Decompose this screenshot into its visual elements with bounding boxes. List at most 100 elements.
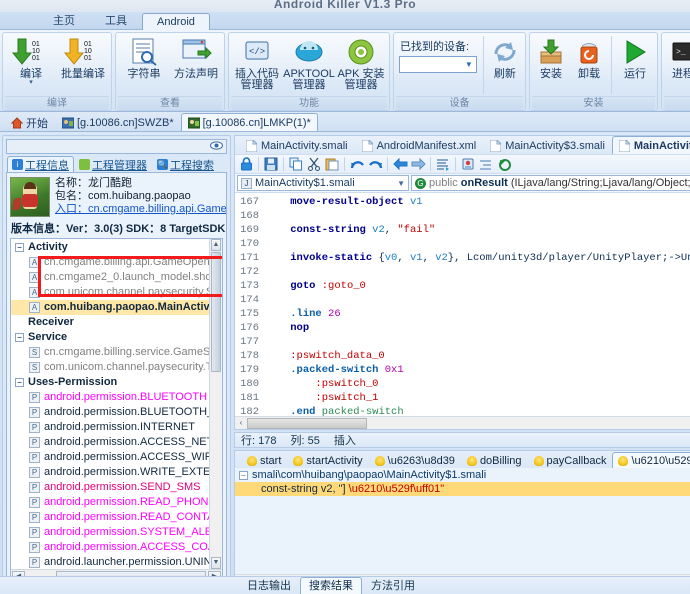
run-button[interactable]: 运行	[615, 34, 655, 80]
indent-icon[interactable]	[478, 156, 494, 172]
copy-icon[interactable]	[288, 156, 304, 172]
process-button[interactable]: >_ 进程	[664, 34, 690, 80]
cut-icon[interactable]	[306, 156, 322, 172]
search-result-tab[interactable]: \u6263\u8d39	[369, 452, 461, 468]
lock-icon[interactable]	[238, 156, 254, 172]
tree-item-row[interactable]: Pandroid.permission.SEND_SMS	[11, 480, 209, 495]
scroll-up-arrow[interactable]: ▲	[211, 239, 221, 251]
project-tab-swzb[interactable]: [g.10086.cn]SWZB*	[55, 113, 181, 131]
app-entry-value[interactable]: cn.cmgame.billing.api.GameOp...	[88, 203, 226, 215]
ribbon-tab-tools[interactable]: 工具	[90, 12, 142, 29]
result-hit-row[interactable]: const-string v2, "] \u6210\u529f \uff01"	[235, 482, 690, 496]
tree-item-row[interactable]: Acn.cmgame2_0.launch_model.shor	[11, 270, 209, 285]
device-select[interactable]: ▼	[399, 56, 477, 73]
app-entry-row[interactable]: 入口：cn.cmgame.billing.api.GameOp...	[55, 203, 226, 216]
code-line[interactable]: 167 move-result-object v1	[235, 195, 690, 209]
manifest-tree[interactable]: − Activity Acn.cmgame.billing.api.GameOpen…	[11, 239, 209, 569]
tree-item-row[interactable]: Scn.cmgame.billing.service.GameSe	[11, 345, 209, 360]
tab-project-info[interactable]: i 工程信息	[7, 156, 74, 172]
code-view[interactable]: 167 move-result-object v1 168 169 const-st…	[235, 193, 690, 429]
tab-project-search[interactable]: 🔍 工程搜索	[152, 156, 219, 172]
code-line[interactable]: 175 .line 26	[235, 307, 690, 321]
strings-button[interactable]: 字符串	[118, 34, 170, 80]
forward-arrow-icon[interactable]	[410, 156, 426, 172]
code-line[interactable]: 176 nop	[235, 321, 690, 335]
tree-item-row[interactable]: Pandroid.permission.ACCESS_NETW	[11, 435, 209, 450]
ribbon-tab-home[interactable]: 主页	[38, 12, 90, 29]
tree-item-row[interactable]: Pandroid.permission.READ_PHONE_	[11, 495, 209, 510]
back-arrow-icon[interactable]	[392, 156, 408, 172]
scroll-thumb[interactable]	[211, 252, 221, 372]
insert-code-manager-button[interactable]: </> 插入代码管理器	[231, 34, 283, 91]
redo-icon[interactable]	[367, 156, 383, 172]
code-line[interactable]: 172	[235, 265, 690, 279]
code-line[interactable]: 177	[235, 335, 690, 349]
batch-compile-button[interactable]: 01 10 01 批量编译	[57, 34, 109, 80]
scroll-left-arrow[interactable]: ‹	[235, 419, 247, 428]
editor-tab-mainactivity1[interactable]: MainActivity$1.smali*	[611, 136, 690, 154]
method-select[interactable]: G public onResult (ILjava/lang/String;Lj…	[411, 175, 690, 191]
code-line[interactable]: 170	[235, 237, 690, 251]
editor-tab-mainactivity[interactable]: MainActivity.smali	[239, 136, 355, 154]
code-line[interactable]: 181 :pswitch_1	[235, 391, 690, 405]
result-group-row[interactable]: − smali\com\huibang\paopao\MainActivity$…	[235, 468, 690, 482]
eye-icon[interactable]	[210, 140, 223, 153]
code-line[interactable]: 179 .packed-switch 0x1	[235, 363, 690, 377]
search-result-tab[interactable]: \u6210\u529f	[612, 452, 690, 468]
ribbon-tab-android[interactable]: Android	[142, 13, 210, 30]
code-horizontal-scrollbar[interactable]: ‹ ›	[235, 416, 690, 429]
project-search-input[interactable]	[6, 139, 227, 154]
bottom-tab-search-results[interactable]: 搜索结果	[300, 577, 362, 594]
code-line[interactable]: 173 goto :goto_0	[235, 279, 690, 293]
tree-item-row[interactable]: Pandroid.permission.INTERNET	[11, 420, 209, 435]
scroll-track[interactable]	[247, 417, 690, 429]
compile-button[interactable]: 01 10 01 编译 ▾	[5, 34, 57, 86]
expand-toggle[interactable]: −	[15, 243, 24, 252]
tree-vertical-scrollbar[interactable]: ▲ ▼	[209, 239, 222, 569]
tree-item-row[interactable]: Pandroid.permission.ACCESS_COAR	[11, 540, 209, 555]
code-line[interactable]: 171 invoke-static {v0, v1, v2}, Lcom/uni…	[235, 251, 690, 265]
bottom-tab-method-refs[interactable]: 方法引用	[362, 577, 424, 594]
undo-icon[interactable]	[349, 156, 365, 172]
refresh-devices-button[interactable]: 刷新	[487, 34, 523, 96]
chevron-down-icon[interactable]: ▾	[5, 79, 57, 86]
paste-icon[interactable]	[324, 156, 340, 172]
inject-code-icon[interactable]	[460, 156, 476, 172]
code-line[interactable]: 169 const-string v2, "fail"	[235, 223, 690, 237]
scroll-down-arrow[interactable]: ▼	[211, 557, 221, 569]
tab-project-manager[interactable]: 工程管理器	[74, 156, 152, 172]
apk-install-manager-button[interactable]: APK 安装管理器	[335, 34, 387, 91]
search-results-list[interactable]: − smali\com\huibang\paopao\MainActivity$…	[235, 468, 690, 574]
collapse-toggle[interactable]: −	[239, 470, 248, 480]
apktool-manager-button[interactable]: APKTOOL管理器	[283, 34, 335, 91]
code-line[interactable]: 174	[235, 293, 690, 307]
tree-item-row[interactable]: Pandroid.permission.WRITE_EXTERI	[11, 465, 209, 480]
tree-item-row[interactable]: Acom.unicom.channel.paysecurity.Se	[11, 285, 209, 300]
tree-group-row[interactable]: − Uses-Permission	[11, 375, 209, 390]
tree-item-row[interactable]: Pandroid.permission.BLUETOOTH_A	[11, 405, 209, 420]
file-select[interactable]: J MainActivity$1.smali ▼	[237, 175, 409, 191]
scroll-thumb[interactable]	[247, 417, 367, 429]
tree-group-row[interactable]: − Service	[11, 330, 209, 345]
search-result-tab[interactable]: payCallback	[528, 452, 613, 468]
expand-toggle[interactable]: −	[15, 378, 24, 387]
tree-group-row[interactable]: +Receiver	[11, 315, 209, 330]
tree-item-row[interactable]: Pandroid.permission.ACCESS_WIFI_	[11, 450, 209, 465]
tree-item-row[interactable]: Acn.cmgame.billing.api.GameOpenA	[11, 255, 209, 270]
tree-item-row[interactable]: Pandroid.launcher.permission.UNIN	[11, 555, 209, 569]
code-lines[interactable]: 167 move-result-object v1 168 169 const-st…	[235, 193, 690, 429]
tree-item-row[interactable]: Pandroid.permission.READ_CONTA	[11, 510, 209, 525]
project-tab-lmkp[interactable]: [g.10086.cn]LMKP(1)*	[180, 113, 318, 131]
code-line[interactable]: 178 :pswitch_data_0	[235, 349, 690, 363]
search-result-tab[interactable]: start	[241, 452, 287, 468]
format-lines-icon[interactable]	[435, 156, 451, 172]
code-line[interactable]: 180 :pswitch_0	[235, 377, 690, 391]
refresh-method-icon[interactable]	[496, 156, 512, 172]
editor-tab-manifest[interactable]: AndroidManifest.xml	[355, 136, 484, 154]
code-line[interactable]: 168	[235, 209, 690, 223]
tree-item-row[interactable]: Acom.huibang.paopao.MainActivity	[11, 300, 209, 315]
project-tab-start[interactable]: 开始	[4, 113, 55, 131]
uninstall-button[interactable]: 卸载	[570, 34, 608, 80]
bottom-tab-log-output[interactable]: 日志输出	[238, 577, 300, 594]
tree-item-row[interactable]: Pandroid.permission.SYSTEM_ALER	[11, 525, 209, 540]
